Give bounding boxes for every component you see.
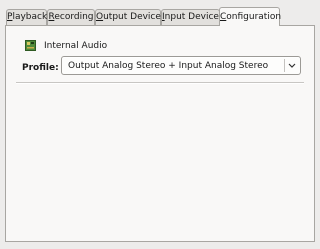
tab-configuration[interactable]: Configuration [219,7,282,26]
profile-select[interactable]: Output Analog Stereo + Input Analog Ster… [61,56,301,75]
tab-playback[interactable]: Playback [6,9,47,25]
tab-output-devices[interactable]: Output Devices [95,9,166,25]
separator [16,82,304,84]
chevron-down-icon [288,63,296,68]
configuration-panel: Internal Audio Profile: Output Analog St… [5,25,315,242]
tab-input-devices-label: nput Devices [164,12,224,22]
tab-recording-label: ecording [54,12,94,22]
profile-select-value: Output Analog Stereo + Input Analog Ster… [68,61,269,71]
profile-label: Profile: [22,63,59,73]
sound-card-icon [25,40,36,51]
tab-output-devices-label: utput Devices [103,12,166,22]
combo-divider [284,59,285,72]
tab-configuration-label: onfiguration [226,12,282,22]
tab-input-devices[interactable]: Input Devices [161,9,224,25]
tab-recording[interactable]: Recording [47,9,95,25]
card-name: Internal Audio [44,41,108,51]
tab-playback-label: layback [12,12,48,22]
